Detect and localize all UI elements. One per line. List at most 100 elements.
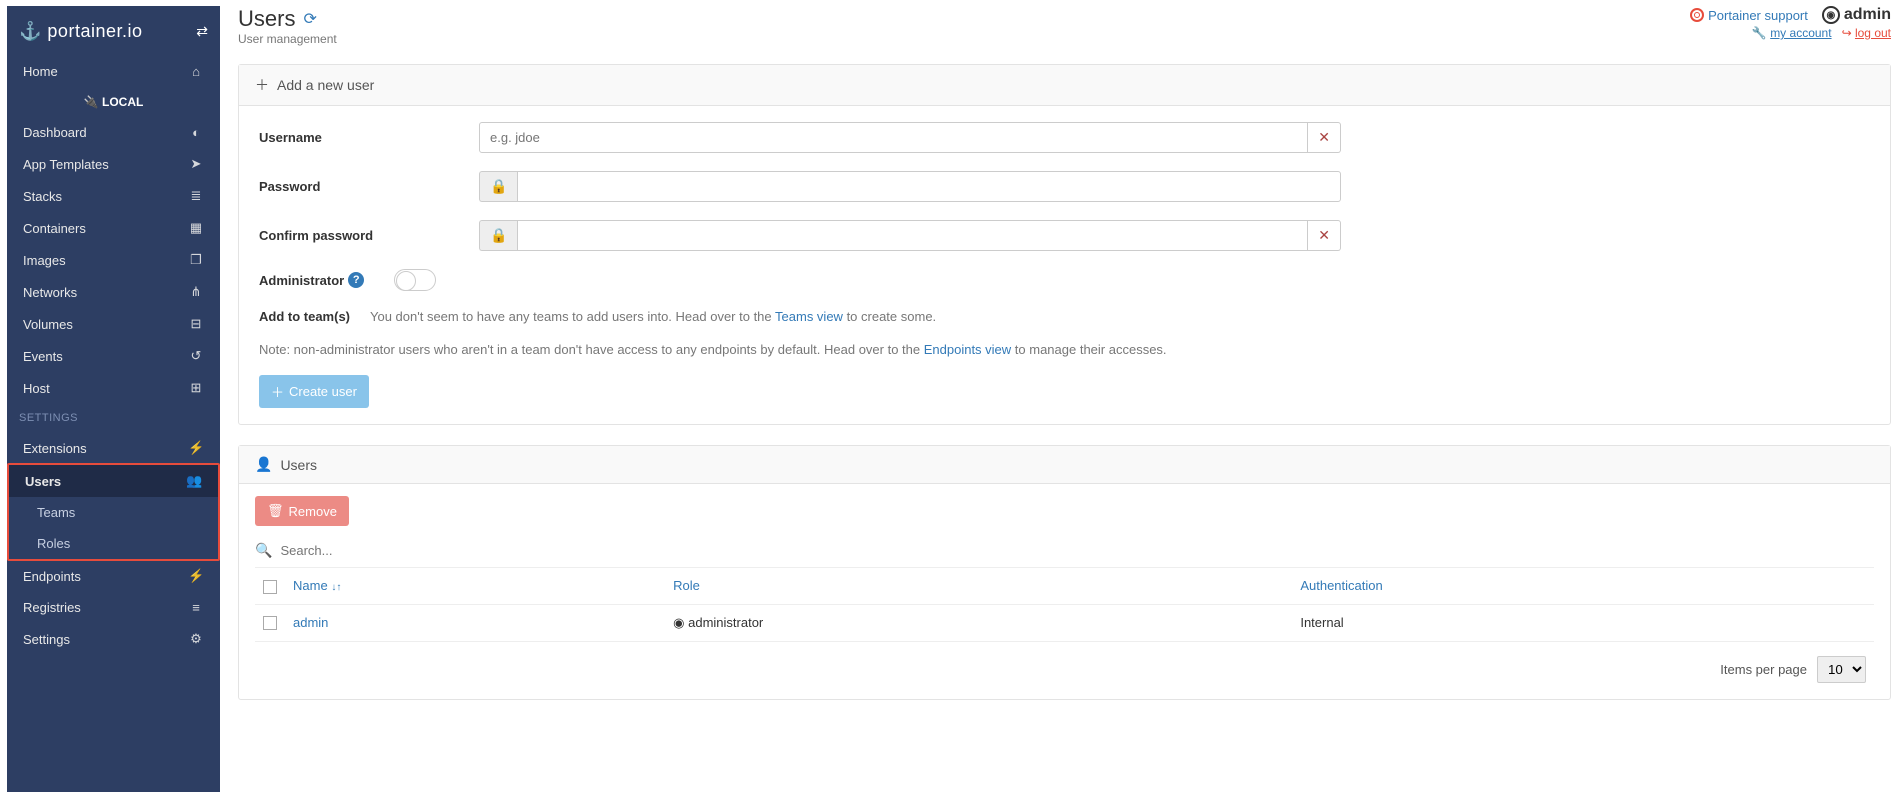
sidebar-item-label: Home bbox=[23, 64, 188, 79]
sidebar-item-label: Host bbox=[23, 381, 188, 396]
page-header: Users ⟳ User management Portainer suppor… bbox=[238, 6, 1891, 46]
search-icon: 🔍 bbox=[255, 542, 272, 559]
sidebar-item-label: Endpoints bbox=[23, 569, 188, 584]
note-message: Note: non-administrator users who aren't… bbox=[259, 342, 1870, 357]
users-list-panel: 👤 Users 🗑 Remove 🔍 Name ↓↑ bbox=[238, 445, 1891, 700]
cogs-icon: ⚙ bbox=[188, 631, 204, 647]
user-circle-icon: ◉ bbox=[673, 615, 684, 630]
create-user-button[interactable]: ＋ Create user bbox=[259, 375, 369, 408]
sidebar-item-label: Extensions bbox=[23, 441, 188, 456]
sidebar-item-host[interactable]: Host ⊞ bbox=[7, 372, 220, 404]
sidebar-toggle-icon[interactable]: ⇄ bbox=[196, 23, 208, 40]
sidebar: ⚓ portainer.io ⇄ Home ⌂ 🔌 LOCAL Dashboar… bbox=[7, 6, 220, 792]
users-icon: 👥 bbox=[186, 473, 202, 489]
remove-button[interactable]: 🗑 Remove bbox=[255, 496, 349, 526]
logout-link[interactable]: log out bbox=[1855, 26, 1891, 40]
add-user-panel: ＋ Add a new user Username ✕ Password 🔒 bbox=[238, 64, 1891, 425]
logo-text: portainer.io bbox=[47, 21, 142, 42]
wrench-icon: 🔧 bbox=[1752, 26, 1767, 40]
lifebuoy-icon bbox=[1690, 8, 1704, 22]
sidebar-item-events[interactable]: Events ↺ bbox=[7, 340, 220, 372]
user-circle-icon: ◉ bbox=[1822, 6, 1840, 24]
sidebar-item-app-templates[interactable]: App Templates ➤ bbox=[7, 148, 220, 180]
select-all-checkbox[interactable] bbox=[263, 580, 277, 594]
sidebar-item-containers[interactable]: Containers ▦ bbox=[7, 212, 220, 244]
add-team-label: Add to team(s) bbox=[259, 309, 350, 324]
hdd-icon: ⊟ bbox=[188, 316, 204, 332]
sort-icon: ↓↑ bbox=[331, 582, 341, 593]
rocket-icon: ➤ bbox=[188, 156, 204, 172]
confirm-clear-icon[interactable]: ✕ bbox=[1308, 220, 1341, 251]
sidebar-local-header: 🔌 LOCAL bbox=[7, 87, 220, 117]
database-icon: ≡ bbox=[188, 600, 204, 615]
sidebar-item-label: Stacks bbox=[23, 189, 188, 204]
bolt-icon: ⚡ bbox=[188, 440, 204, 456]
administrator-label: Administrator bbox=[259, 273, 344, 288]
user-name-link[interactable]: admin bbox=[293, 615, 328, 630]
sidebar-item-stacks[interactable]: Stacks ≣ bbox=[7, 180, 220, 212]
signout-icon: ↪ bbox=[1842, 26, 1852, 40]
plug-icon: 🔌 bbox=[84, 95, 99, 109]
sidebar-item-settings[interactable]: Settings ⚙ bbox=[7, 623, 220, 655]
page-subtitle: User management bbox=[238, 32, 337, 46]
logo[interactable]: ⚓ portainer.io bbox=[19, 21, 196, 42]
sidebar-item-extensions[interactable]: Extensions ⚡ bbox=[7, 432, 220, 464]
sidebar-item-home[interactable]: Home ⌂ bbox=[7, 56, 220, 87]
lock-icon: 🔒 bbox=[479, 171, 517, 202]
username-clear-icon[interactable]: ✕ bbox=[1308, 122, 1341, 153]
sidebar-item-endpoints[interactable]: Endpoints ⚡ bbox=[7, 560, 220, 592]
cubes-icon: ▦ bbox=[188, 220, 204, 236]
sidebar-item-label: Users bbox=[25, 474, 186, 489]
sidebar-subitem-teams[interactable]: Teams bbox=[9, 497, 218, 528]
row-checkbox[interactable] bbox=[263, 616, 277, 630]
users-list-header: 👤 Users bbox=[239, 446, 1890, 484]
confirm-password-input[interactable] bbox=[517, 220, 1308, 251]
sidebar-item-label: Volumes bbox=[23, 317, 188, 332]
user-auth: Internal bbox=[1292, 604, 1874, 641]
main-content: Users ⟳ User management Portainer suppor… bbox=[220, 0, 1903, 792]
sidebar-subitem-roles[interactable]: Roles bbox=[9, 528, 218, 559]
sidebar-item-networks[interactable]: Networks ⋔ bbox=[7, 276, 220, 308]
sidebar-item-label: Containers bbox=[23, 221, 188, 236]
support-link[interactable]: Portainer support bbox=[1690, 8, 1808, 23]
plus-icon: ＋ bbox=[271, 382, 284, 401]
my-account-link[interactable]: my account bbox=[1770, 26, 1831, 40]
sidebar-item-label: Networks bbox=[23, 285, 188, 300]
sidebar-item-dashboard[interactable]: Dashboard ◐ bbox=[7, 117, 220, 148]
sidebar-item-label: Registries bbox=[23, 600, 188, 615]
endpoints-view-link[interactable]: Endpoints view bbox=[924, 342, 1011, 357]
tachometer-icon: ◐ bbox=[188, 125, 204, 140]
sidebar-item-label: Settings bbox=[23, 632, 188, 647]
search-input[interactable] bbox=[280, 543, 1874, 558]
items-per-page-label: Items per page bbox=[1720, 662, 1807, 677]
clone-icon: ❐ bbox=[188, 252, 204, 268]
sidebar-header: ⚓ portainer.io ⇄ bbox=[7, 6, 220, 56]
header-right: Portainer support ◉ admin 🔧 my account ↪… bbox=[1690, 6, 1891, 40]
col-auth[interactable]: Authentication bbox=[1292, 568, 1874, 604]
no-teams-message: You don't seem to have any teams to add … bbox=[370, 309, 936, 324]
history-icon: ↺ bbox=[188, 348, 204, 364]
password-input[interactable] bbox=[517, 171, 1341, 202]
username-input[interactable] bbox=[479, 122, 1308, 153]
current-user-badge: ◉ admin bbox=[1822, 6, 1891, 24]
confirm-password-label: Confirm password bbox=[259, 228, 479, 243]
sidebar-item-label: App Templates bbox=[23, 157, 188, 172]
col-role[interactable]: Role bbox=[665, 568, 1292, 604]
administrator-toggle[interactable] bbox=[394, 269, 436, 291]
sidebar-item-label: Events bbox=[23, 349, 188, 364]
sidebar-item-label: Images bbox=[23, 253, 188, 268]
teams-view-link[interactable]: Teams view bbox=[775, 309, 843, 324]
col-name[interactable]: Name ↓↑ bbox=[285, 568, 665, 604]
plus-icon: ＋ bbox=[255, 75, 269, 95]
username-label: Username bbox=[259, 130, 479, 145]
sidebar-item-images[interactable]: Images ❐ bbox=[7, 244, 220, 276]
sidebar-item-registries[interactable]: Registries ≡ bbox=[7, 592, 220, 623]
help-icon[interactable]: ? bbox=[348, 272, 364, 288]
refresh-icon[interactable]: ⟳ bbox=[303, 9, 316, 29]
sidebar-item-users[interactable]: Users 👥 bbox=[9, 465, 218, 497]
page-title: Users ⟳ bbox=[238, 6, 337, 32]
home-icon: ⌂ bbox=[188, 64, 204, 79]
sitemap-icon: ⋔ bbox=[188, 284, 204, 300]
sidebar-item-volumes[interactable]: Volumes ⊟ bbox=[7, 308, 220, 340]
items-per-page-select[interactable]: 10 bbox=[1817, 656, 1866, 683]
